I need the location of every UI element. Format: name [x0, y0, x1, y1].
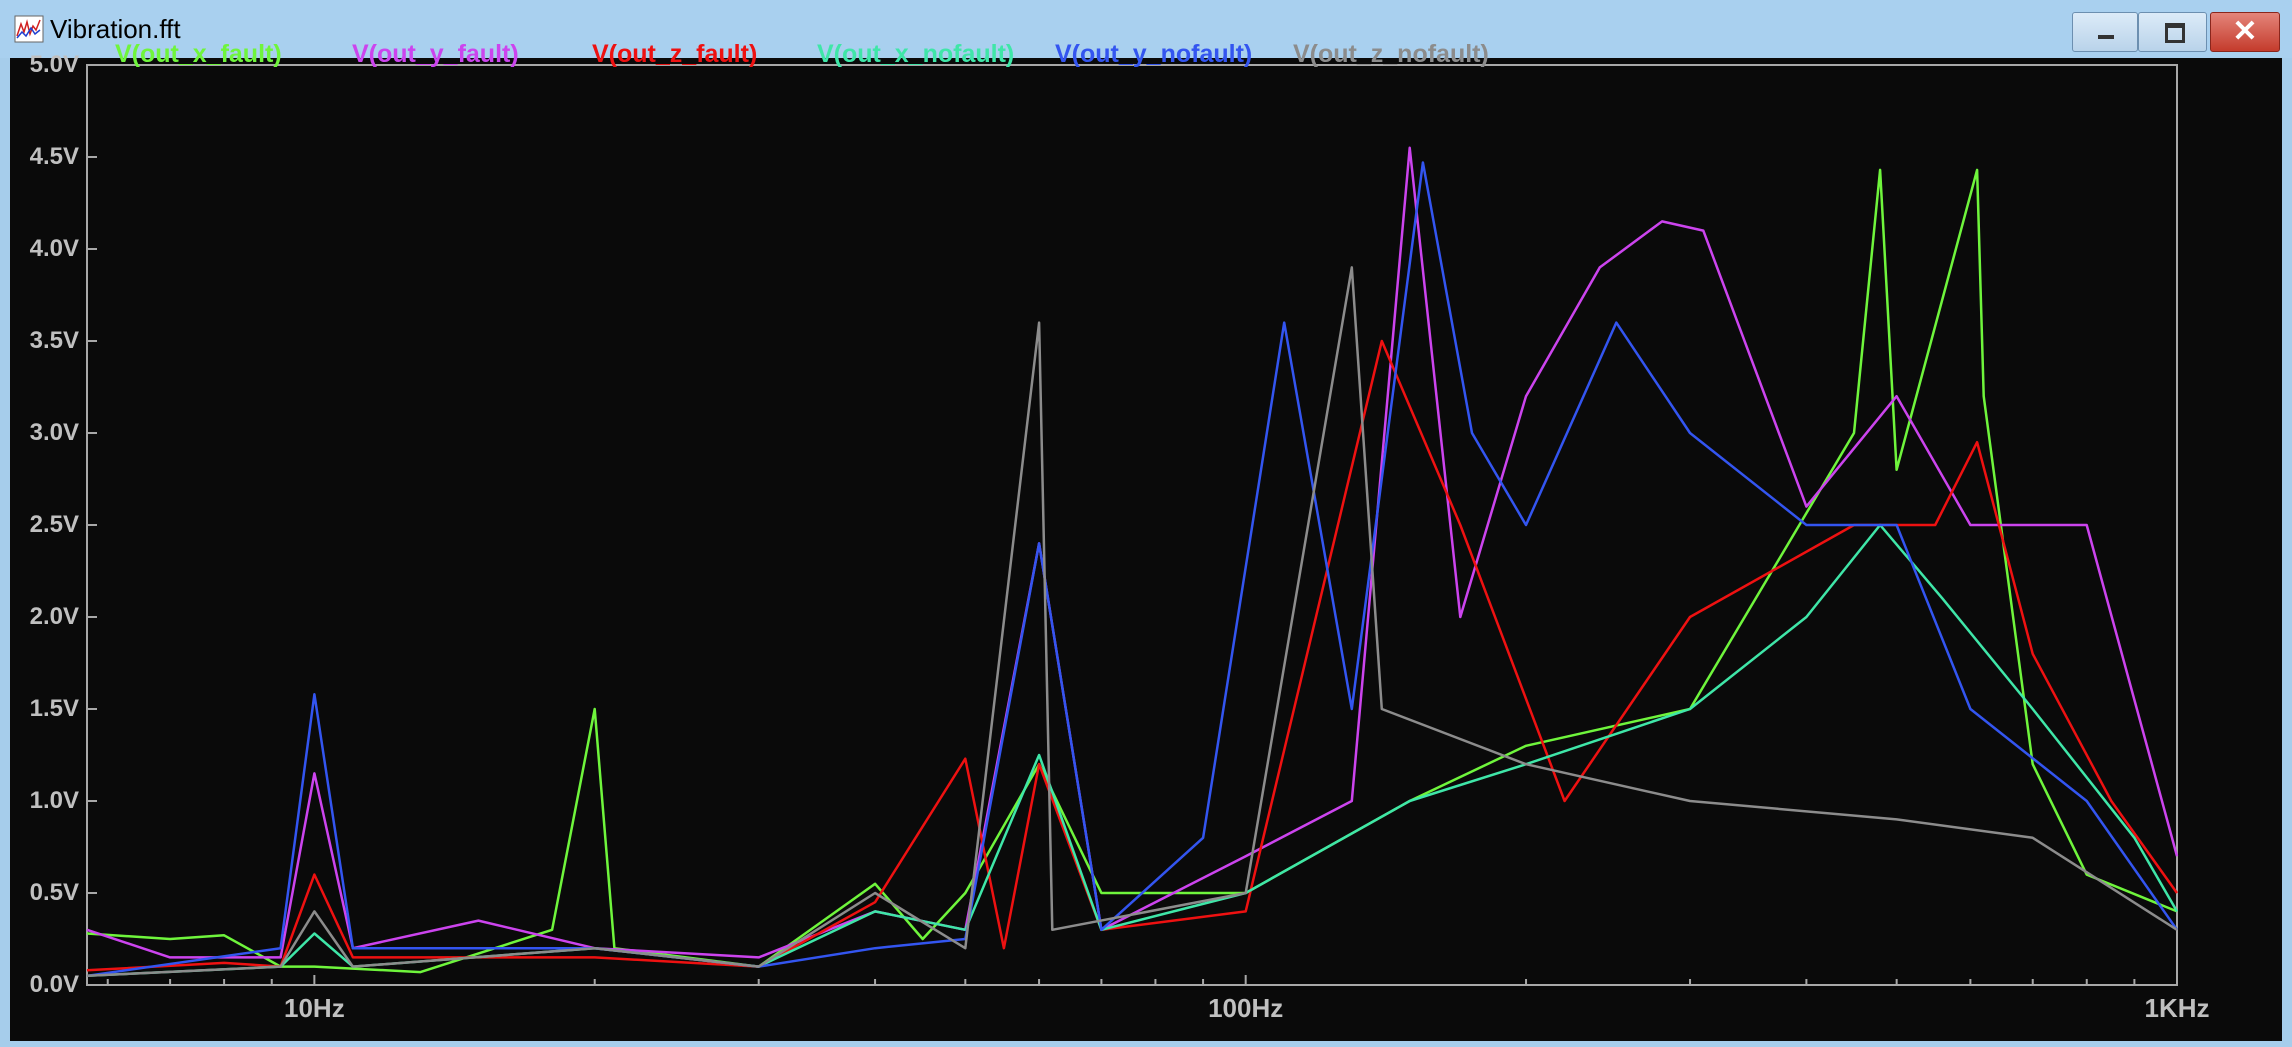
y-tick-label: 3.0V — [29, 419, 79, 446]
y-tick-label: 2.5V — [29, 511, 79, 538]
lt-spice-window: Vibration.fft ✕ 0.0V 0.5V 1.0V 1.5V 2.0V 2.5V… — [0, 0, 2292, 1047]
series-line-V(out_x_fault) — [86, 168, 2178, 974]
minimize-icon — [2098, 35, 2114, 39]
series-line-V(out_y_fault) — [86, 146, 2179, 959]
waveform-icon — [14, 15, 44, 43]
series-line-V(out_z_nofault) — [86, 266, 2178, 978]
y-tick-label: 3.5V — [29, 327, 79, 354]
y-tick-label: 0.0V — [29, 971, 79, 998]
close-button[interactable]: ✕ — [2210, 12, 2280, 52]
y-tick-label: 1.5V — [29, 695, 79, 722]
legend-item[interactable]: V(out_z_fault) — [592, 40, 757, 69]
y-tick-label: 5.0V — [29, 51, 79, 78]
y-tick-label: 4.5V — [29, 143, 79, 170]
minimize-button[interactable] — [2072, 12, 2138, 52]
series-line-V(out_x_nofault) — [86, 523, 2179, 978]
legend-item[interactable]: V(out_x_nofault) — [817, 40, 1014, 69]
y-tick-label: 1.0V — [29, 787, 79, 814]
legend-item[interactable]: V(out_y_fault) — [352, 40, 519, 69]
y-tick-label: 0.5V — [29, 879, 79, 906]
maximize-icon — [2165, 23, 2185, 43]
series-line-V(out_y_nofault) — [86, 161, 2179, 978]
x-tick-label: 100Hz — [1208, 993, 1284, 1023]
x-tick-label: 10Hz — [284, 993, 345, 1023]
maximize-button[interactable] — [2138, 12, 2207, 52]
y-tick-label: 2.0V — [29, 603, 79, 630]
waveform-plot-pane[interactable]: 0.0V 0.5V 1.0V 1.5V 2.0V 2.5V 3.0V 3.5V 4.0V 4.5V… — [10, 40, 2282, 1041]
legend-item[interactable]: V(out_y_nofault) — [1055, 40, 1252, 69]
legend-item[interactable]: V(out_z_nofault) — [1293, 40, 1489, 69]
fft-chart[interactable] — [10, 58, 2282, 1041]
close-icon: ✕ — [2232, 15, 2258, 48]
legend-item[interactable]: V(out_x_fault) — [115, 40, 282, 69]
x-tick-label: 1KHz — [2144, 993, 2210, 1023]
y-tick-label: 4.0V — [29, 235, 79, 262]
